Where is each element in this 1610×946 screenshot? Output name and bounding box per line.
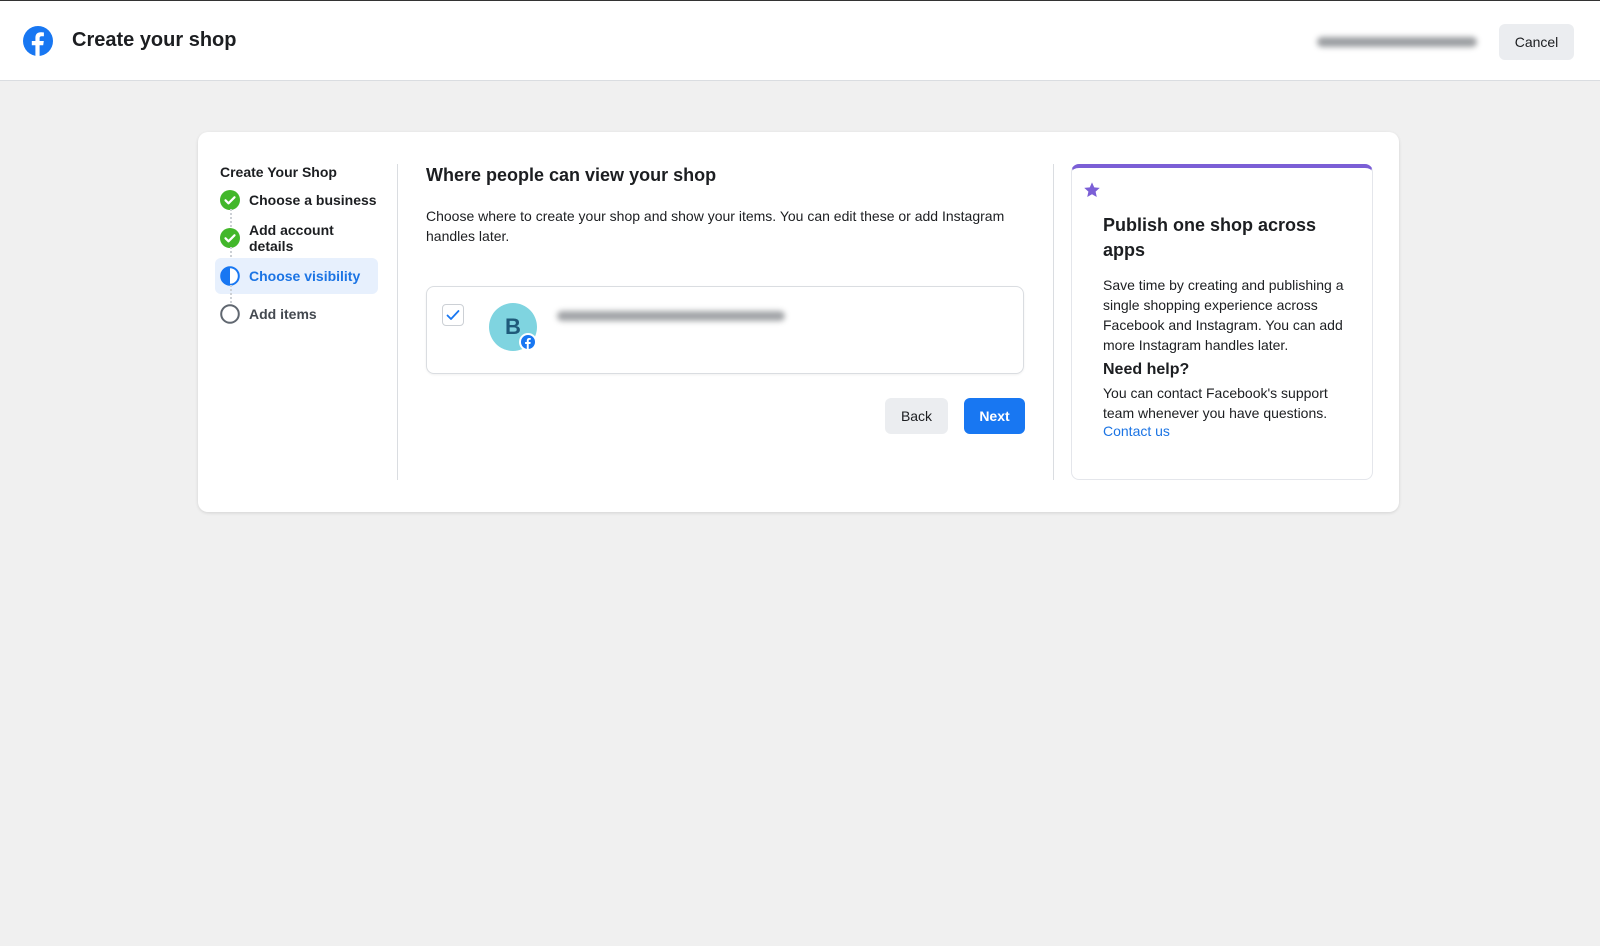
next-button[interactable]: Next	[964, 398, 1025, 434]
check-circle-icon	[220, 228, 240, 248]
back-button[interactable]: Back	[885, 398, 948, 434]
panel-text: Save time by creating and publishing a s…	[1103, 277, 1344, 353]
step-label: Add account details	[249, 222, 334, 254]
cancel-button[interactable]: Cancel	[1499, 24, 1574, 60]
half-circle-icon	[220, 266, 240, 286]
empty-circle-icon	[220, 304, 240, 324]
facebook-page-option[interactable]: B	[426, 286, 1024, 374]
progress-stepper: Create Your Shop Choose a business Add a…	[215, 164, 385, 332]
window-edge	[1600, 0, 1610, 946]
section-description: Choose where to create your shop and sho…	[426, 208, 1005, 244]
help-title: Need help?	[1103, 361, 1190, 378]
facebook-badge-icon	[519, 333, 537, 351]
step-choose-business[interactable]: Choose a business	[215, 182, 378, 227]
page-checkbox[interactable]	[442, 304, 464, 326]
help-text: You can contact Facebook's support team …	[1103, 385, 1328, 421]
divider	[397, 164, 398, 480]
step-label: Choose visibility	[249, 268, 361, 284]
page-name-redacted	[557, 311, 785, 321]
facebook-logo-icon[interactable]	[23, 26, 53, 56]
account-name-redacted	[1317, 37, 1477, 47]
section-title: Where people can view your shop	[426, 165, 717, 185]
step-add-account-details[interactable]: Add account details	[215, 220, 378, 265]
contact-us-link[interactable]: Contact us	[1103, 423, 1170, 439]
star-icon	[1084, 182, 1100, 198]
checkmark-icon	[446, 310, 460, 320]
panel-title: Publish one shop across apps	[1103, 215, 1317, 260]
step-label: Choose a business	[249, 192, 377, 208]
stepper-title: Create Your Shop	[220, 164, 337, 180]
check-circle-icon	[220, 190, 240, 210]
info-panel: Publish one shop across apps Save time b…	[1071, 164, 1373, 480]
divider	[1053, 164, 1054, 480]
step-label: Add items	[249, 306, 317, 322]
page-title: Create your shop	[72, 29, 237, 51]
top-bar: Create your shop Cancel	[0, 0, 1600, 81]
step-choose-visibility[interactable]: Choose visibility	[215, 258, 378, 303]
create-shop-card: Create Your Shop Choose a business Add a…	[198, 132, 1399, 512]
step-add-items[interactable]: Add items	[215, 296, 378, 332]
